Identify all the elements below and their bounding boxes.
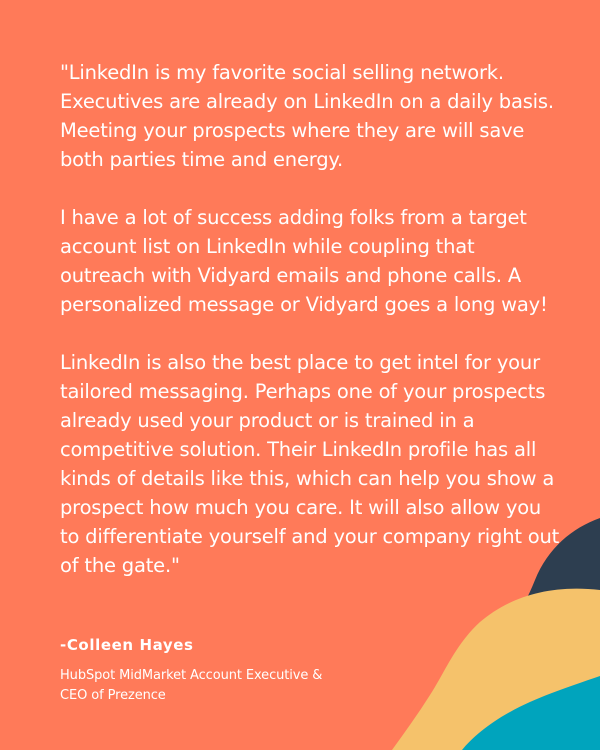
quote-card: "LinkedIn is my favorite social selling …	[0, 0, 600, 750]
quote-paragraph: I have a lot of success adding folks fro…	[60, 206, 548, 316]
quote-paragraph: "LinkedIn is my favorite social selling …	[60, 61, 554, 171]
author-role-line: CEO of Prezence	[60, 688, 166, 703]
quote-paragraph: LinkedIn is also the best place to get i…	[60, 351, 560, 577]
testimonial-quote: "LinkedIn is my favorite social selling …	[60, 58, 560, 580]
author-role: HubSpot MidMarket Account Executive & CE…	[60, 666, 390, 706]
author-role-line: HubSpot MidMarket Account Executive &	[60, 668, 323, 683]
author-name: -Colleen Hayes	[60, 636, 194, 654]
